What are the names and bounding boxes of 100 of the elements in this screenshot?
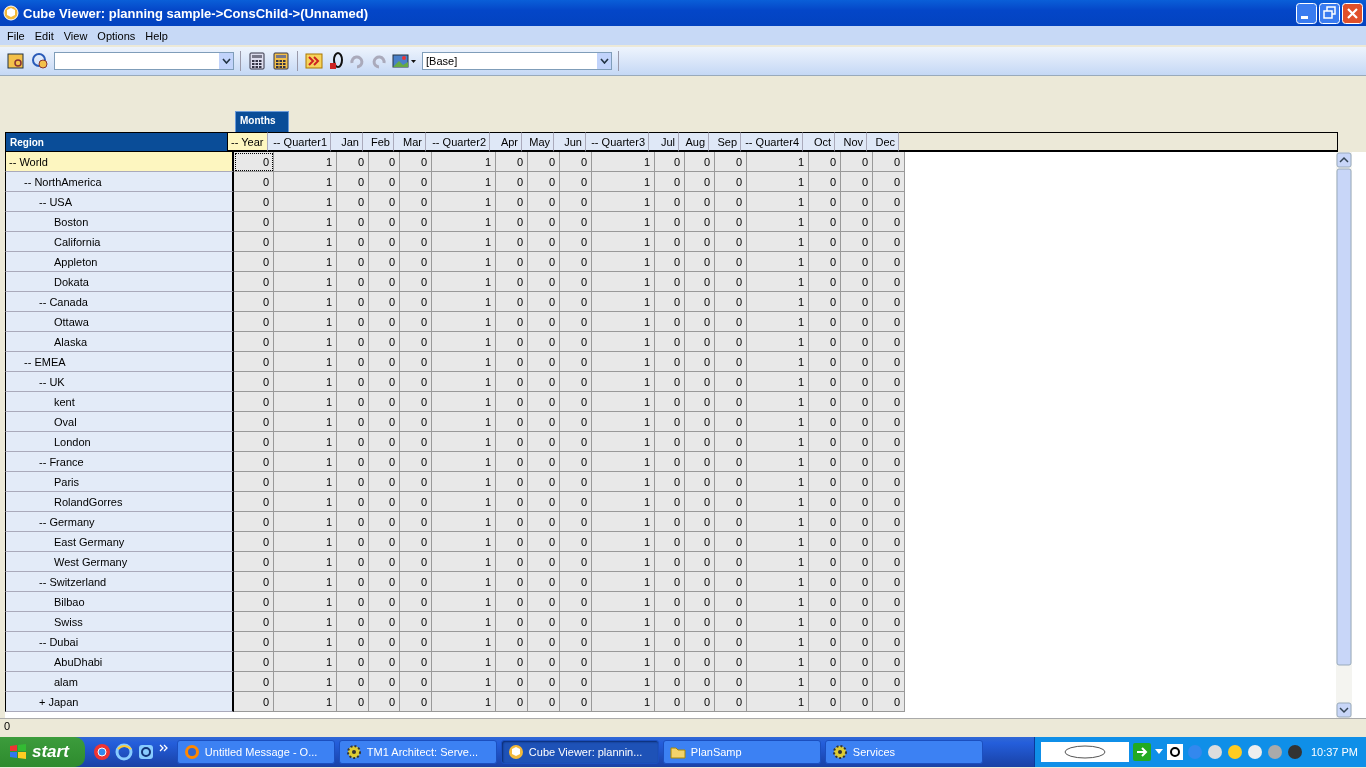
row-header[interactable]: -- USA: [5, 192, 234, 212]
row-header[interactable]: + Japan: [5, 692, 234, 712]
table-cell: 0: [655, 252, 685, 272]
taskbar-button[interactable]: Untitled Message - O...: [176, 740, 335, 764]
taskbar-button[interactable]: Cube Viewer: plannin...: [500, 740, 659, 764]
calculator-icon[interactable]: [247, 51, 267, 71]
column-header[interactable]: May: [522, 132, 554, 152]
column-header[interactable]: Mar: [394, 132, 426, 152]
column-dimension-tab[interactable]: Months: [235, 111, 289, 132]
subset-dropdown[interactable]: [Base]: [422, 52, 612, 70]
row-header[interactable]: -- UK: [5, 372, 234, 392]
row-header[interactable]: -- Switzerland: [5, 572, 234, 592]
table-cell: 0: [369, 232, 400, 252]
menu-item[interactable]: Help: [140, 29, 173, 42]
table-cell: 1: [747, 152, 809, 172]
search-box-icon[interactable]: [1040, 742, 1129, 762]
minimize-icon[interactable]: [1296, 2, 1317, 24]
close-icon[interactable]: [1342, 2, 1363, 24]
column-header[interactable]: Jul: [649, 132, 679, 152]
chevron-icon[interactable]: [158, 743, 169, 753]
column-header[interactable]: -- Quarter4: [741, 132, 803, 152]
row-header[interactable]: alam: [5, 672, 234, 692]
start-button[interactable]: start: [0, 737, 85, 767]
browser-icon[interactable]: [114, 743, 133, 761]
browser-icon[interactable]: [92, 743, 111, 761]
report-icon[interactable]: [6, 51, 26, 71]
row-header[interactable]: -- France: [5, 452, 234, 472]
taskbar-button[interactable]: Services: [824, 740, 983, 764]
column-header[interactable]: Feb: [363, 132, 394, 152]
table-cell: 0: [337, 292, 369, 312]
column-header[interactable]: Jan: [331, 132, 363, 152]
refresh-icon[interactable]: [30, 51, 50, 71]
row-header[interactable]: AbuDhabi: [5, 652, 234, 672]
taskbar-button[interactable]: PlanSamp: [662, 740, 821, 764]
column-header[interactable]: -- Quarter1: [268, 132, 331, 152]
row-header[interactable]: Dokata: [5, 272, 234, 292]
column-header[interactable]: -- Quarter3: [586, 132, 649, 152]
row-header[interactable]: -- EMEA: [5, 352, 234, 372]
column-header[interactable]: Sep: [709, 132, 741, 152]
caret-icon[interactable]: [1154, 749, 1163, 755]
column-header[interactable]: Nov: [835, 132, 867, 152]
table-cell: 0: [369, 332, 400, 352]
image-dropdown-icon[interactable]: [392, 52, 418, 70]
row-header[interactable]: London: [5, 432, 234, 452]
menu-item[interactable]: View: [58, 29, 93, 42]
column-header[interactable]: -- Year: [228, 132, 268, 152]
table-cell: 1: [274, 292, 337, 312]
row-header[interactable]: Bilbao: [5, 592, 234, 612]
table-cell: 0: [685, 332, 715, 352]
table-cell: 1: [592, 632, 655, 652]
row-header[interactable]: Swiss: [5, 612, 234, 632]
row-header[interactable]: Oval: [5, 412, 234, 432]
table-cell: 1: [274, 312, 337, 332]
tray-icon[interactable]: [1206, 744, 1223, 760]
column-header[interactable]: Apr: [490, 132, 522, 152]
table-cell: 0: [685, 652, 715, 672]
row-header[interactable]: Boston: [5, 212, 234, 232]
column-header[interactable]: -- Quarter2: [426, 132, 490, 152]
tray-icon[interactable]: [1286, 744, 1303, 760]
arrows-icon[interactable]: [304, 51, 324, 71]
row-header[interactable]: -- Dubai: [5, 632, 234, 652]
table-cell: 0: [528, 392, 560, 412]
restore-icon[interactable]: [1319, 2, 1340, 24]
vertical-scrollbar[interactable]: [1336, 152, 1352, 718]
row-header[interactable]: West Germany: [5, 552, 234, 572]
row-header[interactable]: Ottawa: [5, 312, 234, 332]
table-cell: 0: [809, 172, 841, 192]
taskbar-button[interactable]: TM1 Architect: Serve...: [338, 740, 497, 764]
table-cell: 1: [592, 232, 655, 252]
zero-icon[interactable]: [328, 51, 344, 71]
browser-icon[interactable]: [136, 743, 155, 761]
table-cell: 0: [655, 172, 685, 192]
column-header[interactable]: Oct: [803, 132, 835, 152]
menu-item[interactable]: Options: [92, 29, 141, 42]
table-cell: 0: [369, 592, 400, 612]
row-header[interactable]: California: [5, 232, 234, 252]
row-header[interactable]: Appleton: [5, 252, 234, 272]
row-header[interactable]: kent: [5, 392, 234, 412]
row-header[interactable]: RolandGorres: [5, 492, 234, 512]
row-header[interactable]: -- NorthAmerica: [5, 172, 234, 192]
menu-item[interactable]: Edit: [29, 29, 59, 42]
row-header[interactable]: -- Canada: [5, 292, 234, 312]
help-icon[interactable]: [1166, 744, 1183, 760]
row-header[interactable]: -- World: [5, 152, 234, 172]
column-header[interactable]: Aug: [679, 132, 709, 152]
row-dimension-header[interactable]: Region: [5, 132, 228, 152]
menu-item[interactable]: File: [2, 29, 30, 42]
column-header[interactable]: Jun: [554, 132, 586, 152]
gear-icon: [345, 744, 362, 760]
calculator-icon[interactable]: [271, 51, 291, 71]
row-header[interactable]: East Germany: [5, 532, 234, 552]
table-cell: 1: [432, 492, 496, 512]
tray-icon[interactable]: [1246, 744, 1263, 760]
row-header[interactable]: Alaska: [5, 332, 234, 352]
row-header[interactable]: -- Germany: [5, 512, 234, 532]
table-cell: 0: [560, 192, 592, 212]
row-header[interactable]: Paris: [5, 472, 234, 492]
table-cell: 1: [274, 252, 337, 272]
view-dropdown[interactable]: [54, 52, 234, 70]
column-header[interactable]: Dec: [867, 132, 899, 152]
